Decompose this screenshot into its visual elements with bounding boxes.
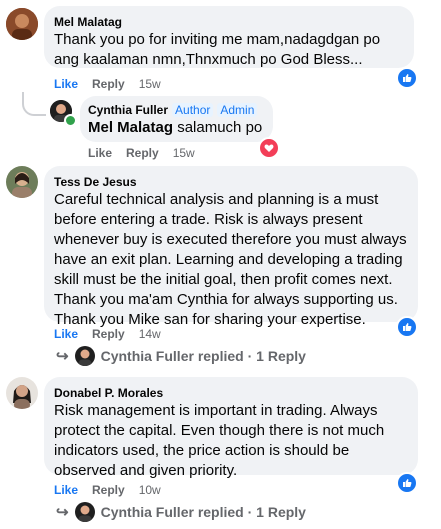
comment-bubble: Tess De Jesus Careful technical analysis… — [44, 166, 418, 328]
reply-link[interactable]: Reply — [92, 483, 125, 497]
reply-time[interactable]: 15w — [173, 146, 195, 160]
view-replies-link[interactable]: ↪ Cynthia Fuller replied · 1 Reply — [56, 346, 306, 366]
comment-text: Thank you po for inviting me mam,nadagdg… — [54, 31, 381, 68]
avatar-cynthia-fuller — [74, 502, 95, 522]
avatar-mel-malatag[interactable] — [6, 8, 38, 40]
reply-arrow-icon: ↪ — [56, 348, 69, 365]
avatar-cynthia-fuller — [74, 346, 95, 366]
comment-author[interactable]: Donabel P. Morales — [54, 385, 408, 401]
comment-time[interactable]: 15w — [139, 77, 161, 91]
comment-bubble: Donabel P. Morales Risk management is im… — [44, 377, 418, 479]
comment-bubble: Mel Malatag Thank you po for inviting me… — [44, 6, 414, 68]
comment-time[interactable]: 14w — [139, 327, 161, 341]
love-reaction-icon[interactable] — [258, 137, 280, 159]
reply-author: Cynthia Fuller Author Admin — [88, 102, 265, 118]
comment-time[interactable]: 10w — [139, 483, 161, 497]
like-reaction-icon[interactable] — [396, 316, 418, 338]
reply-author-name[interactable]: Cynthia Fuller — [88, 103, 168, 117]
comment-actions: Like Reply 15w — [54, 77, 161, 91]
reply-link[interactable]: Reply — [92, 327, 125, 341]
reply-link[interactable]: Reply — [126, 146, 159, 160]
comment-author[interactable]: Mel Malatag — [54, 14, 404, 30]
like-reaction-icon[interactable] — [396, 67, 418, 89]
like-reaction-icon[interactable] — [396, 472, 418, 494]
like-link[interactable]: Like — [88, 146, 112, 160]
reply-text: Mel Malatag salamuch po — [88, 119, 263, 136]
view-replies-link[interactable]: ↪ Cynthia Fuller replied · 1 Reply — [56, 502, 306, 522]
comment-actions: Like Reply 14w — [54, 327, 161, 341]
replied-summary[interactable]: Cynthia Fuller replied · 1 Reply — [101, 348, 306, 364]
comment-author[interactable]: Tess De Jesus — [54, 174, 408, 190]
reply-bubble: Cynthia Fuller Author Admin Mel Malatag sa… — [80, 96, 273, 142]
reply-actions: Like Reply 15w — [88, 146, 195, 160]
thread-line — [22, 92, 46, 116]
comment-text: Risk management is important in trading.… — [54, 402, 385, 479]
admin-badge: Admin — [217, 103, 258, 117]
online-status-indicator — [64, 114, 77, 127]
mention-link[interactable]: Mel Malatag — [88, 119, 173, 136]
like-link[interactable]: Like — [54, 327, 78, 341]
reply-arrow-icon: ↪ — [56, 504, 69, 521]
comment-text: Careful technical analysis and planning … — [54, 191, 407, 328]
reply-link[interactable]: Reply — [92, 77, 125, 91]
like-link[interactable]: Like — [54, 483, 78, 497]
avatar-donabel-p-morales[interactable] — [6, 377, 38, 409]
replied-summary[interactable]: Cynthia Fuller replied · 1 Reply — [101, 504, 306, 520]
like-link[interactable]: Like — [54, 77, 78, 91]
author-badge: Author — [172, 103, 214, 117]
avatar-tess-de-jesus[interactable] — [6, 166, 38, 198]
comment-actions: Like Reply 10w — [54, 483, 161, 497]
